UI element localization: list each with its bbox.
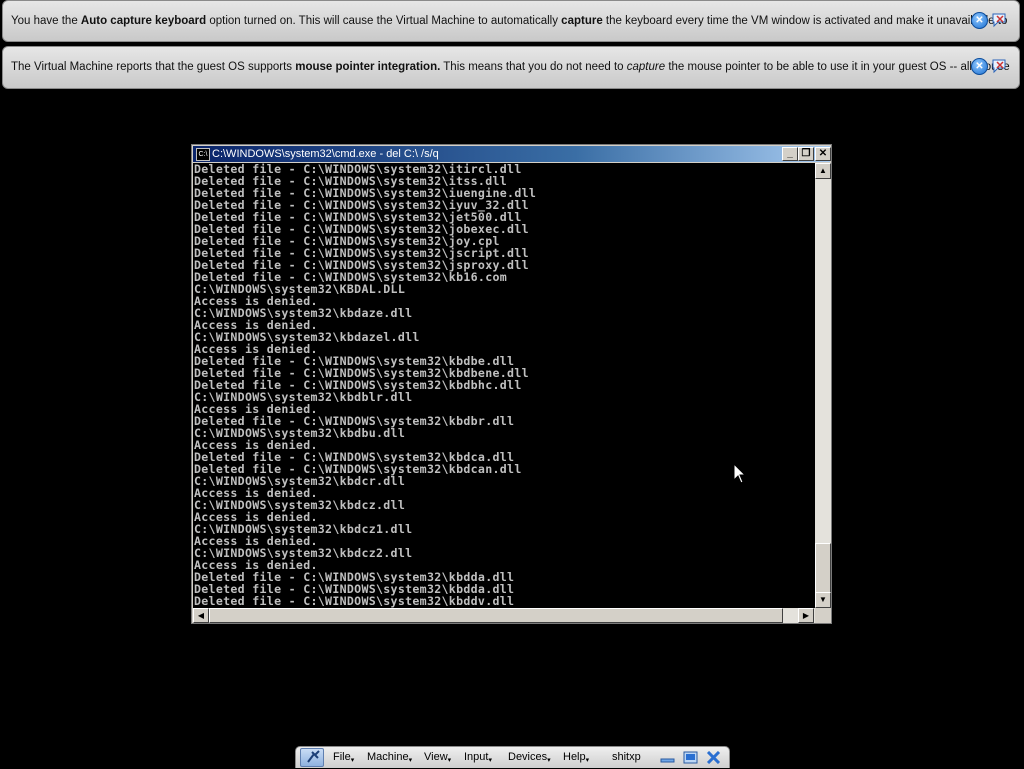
mouse-integration-notification: The Virtual Machine reports that the gue… [2,46,1020,89]
exit-fullscreen-icon[interactable] [683,751,698,764]
notification-text-segment: This means that you do not need to [440,61,627,73]
scroll-right-button[interactable]: ▶ [798,608,814,623]
window-titlebar[interactable]: C:\ C:\WINDOWS\system32\cmd.exe - del C:… [193,146,831,162]
notification-text-segment: capture [561,15,603,27]
mouse-cursor-icon [734,464,746,484]
minimize-button[interactable]: _ [782,147,798,161]
scroll-up-button[interactable]: ▲ [815,163,831,179]
do-not-show-again-icon[interactable] [991,12,1009,28]
close-notification-icon[interactable]: ✕ [971,12,988,29]
minimize-window-icon[interactable] [660,751,675,764]
pin-toolbar-button[interactable] [300,748,324,767]
keyboard-capture-notification: You have the Auto capture keyboard optio… [2,0,1020,42]
close-notification-icon[interactable]: ✕ [971,58,988,75]
pin-icon [307,750,320,763]
vm-name: shitxp [612,751,641,763]
notification-text: You have the Auto capture keyboard optio… [11,1,1007,41]
do-not-show-again-icon[interactable] [991,58,1009,74]
scroll-down-button[interactable]: ▼ [815,592,831,608]
vertical-scroll-thumb[interactable] [815,543,831,593]
notification-text-segment: The Virtual Machine reports that the gue… [11,61,296,73]
menu-machine[interactable]: Machine▾ [367,751,412,767]
scrollbar-corner [815,608,831,623]
restore-button[interactable]: ❐ [798,147,814,161]
close-vm-icon[interactable] [706,751,721,764]
cmd-icon[interactable]: C:\ [196,148,210,161]
menu-input[interactable]: Input▾ [464,751,492,767]
horizontal-scrollbar[interactable]: ◀ ▶ [193,608,815,623]
window-title: C:\WINDOWS\system32\cmd.exe - del C:\ /s… [212,148,439,160]
notification-text-segment: Auto capture keyboard [80,15,207,27]
horizontal-scroll-thumb[interactable] [209,608,783,623]
menu-file[interactable]: File▾ [333,751,354,767]
notification-text-segment: the mouse pointer to be able to use it i… [665,61,1010,73]
notification-buttons: ✕ [971,58,1009,75]
notification-text-segment: You have the [11,15,81,27]
notification-text-segment: option turned on. This will cause the Vi… [206,15,562,27]
notification-text-segment: the keyboard every time the VM window is… [602,15,1008,27]
notification-text: The Virtual Machine reports that the gue… [11,47,1010,88]
cmd-window[interactable]: C:\ C:\WINDOWS\system32\cmd.exe - del C:… [191,144,832,624]
menu-view[interactable]: View▾ [424,751,451,767]
menu-devices[interactable]: Devices▾ [508,751,551,767]
notification-buttons: ✕ [971,12,1009,29]
console-line: Deleted file - C:\WINDOWS\system32\kbddv… [194,594,515,608]
vertical-scrollbar[interactable]: ▲ ▼ [815,163,831,608]
menu-help[interactable]: Help▾ [563,751,589,767]
scroll-left-button[interactable]: ◀ [193,608,209,623]
notification-text-segment: mouse pointer integration. [295,61,441,73]
vbox-mini-toolbar: File▾ Machine▾ View▾ Input▾ Devices▾ Hel… [295,746,730,768]
notification-text-segment: capture [626,61,666,73]
close-button[interactable]: ✕ [815,147,831,161]
console-output[interactable]: Deleted file - C:\WINDOWS\system32\itirc… [193,163,815,608]
